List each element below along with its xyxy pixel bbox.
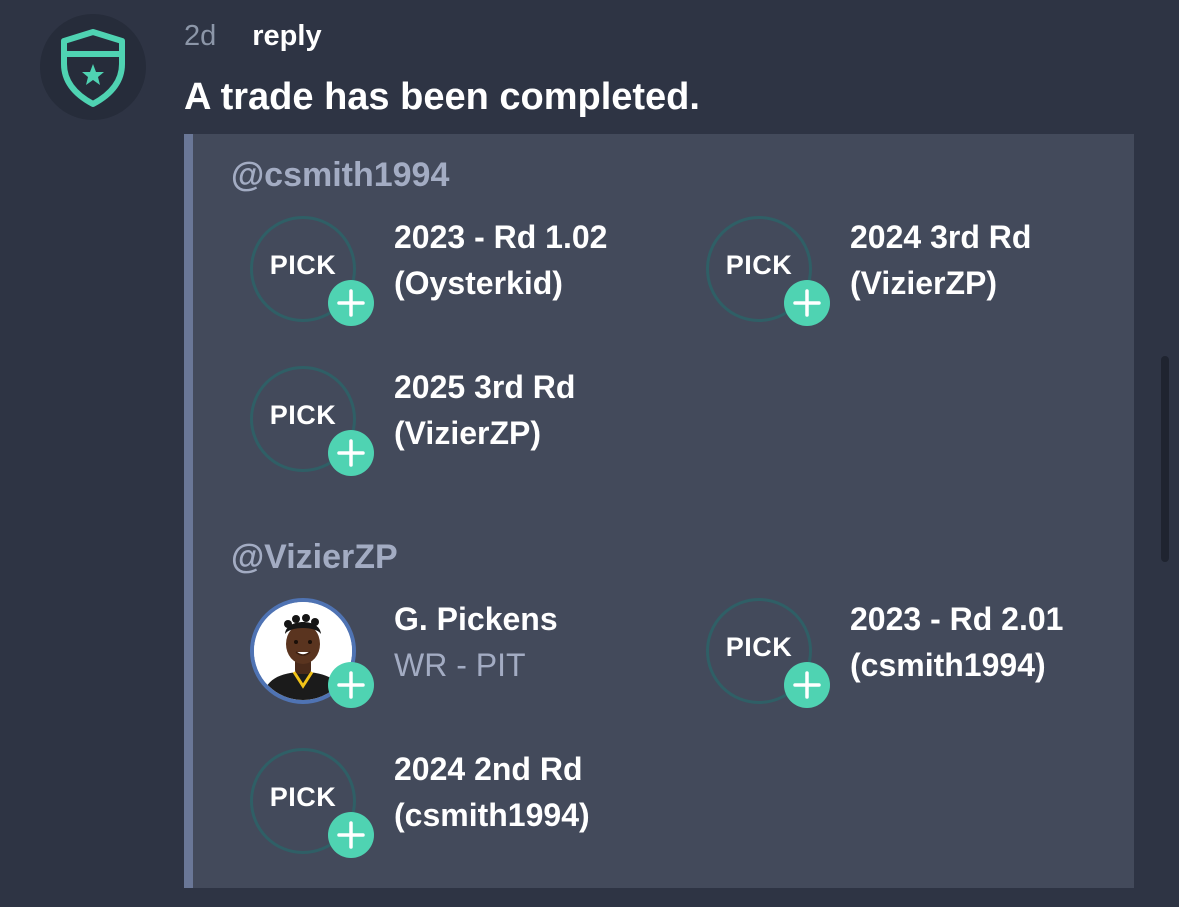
- plus-icon: [337, 671, 365, 699]
- asset-details: 2023 - Rd 2.01 (csmith1994): [850, 596, 1063, 688]
- asset-subtitle: (VizierZP): [394, 415, 541, 451]
- trade-card: @csmith1994 PICK 2023 - Rd 1.02 (Oysterk…: [184, 134, 1134, 888]
- asset-title: 2023 - Rd 2.01: [850, 601, 1064, 637]
- asset-subtitle: (Oysterkid): [394, 265, 563, 301]
- scrollbar[interactable]: [1161, 356, 1169, 562]
- add-button[interactable]: [328, 430, 374, 476]
- pick-badge-label: PICK: [725, 249, 793, 280]
- asset-subtitle: (VizierZP): [850, 265, 997, 301]
- plus-icon: [793, 289, 821, 317]
- trade-asset: PICK 2024 2nd Rd (csmith1994): [240, 746, 660, 866]
- timestamp: 2d: [184, 19, 217, 52]
- trade-asset: PICK 2023 - Rd 1.02 (Oysterkid): [240, 214, 660, 334]
- add-button[interactable]: [328, 812, 374, 858]
- pick-badge-label: PICK: [269, 399, 337, 430]
- reply-button[interactable]: reply: [252, 20, 321, 53]
- asset-subtitle: (csmith1994): [850, 647, 1046, 683]
- asset-title: 2023 - Rd 1.02: [394, 219, 608, 255]
- pick-badge-label: PICK: [725, 631, 793, 662]
- asset-title: 2024 3rd Rd: [850, 219, 1032, 255]
- add-button[interactable]: [328, 280, 374, 326]
- plus-icon: [337, 289, 365, 317]
- add-button[interactable]: [784, 662, 830, 708]
- avatar[interactable]: [40, 14, 146, 120]
- asset-details: 2023 - Rd 1.02 (Oysterkid): [394, 214, 607, 306]
- asset-details: G. Pickens WR - PIT: [394, 596, 558, 688]
- add-button[interactable]: [784, 280, 830, 326]
- asset-details: 2024 3rd Rd (VizierZP): [850, 214, 1031, 306]
- pick-badge-label: PICK: [269, 781, 337, 812]
- add-button[interactable]: [328, 662, 374, 708]
- player-name[interactable]: G. Pickens: [394, 596, 558, 642]
- asset-title: 2024 2nd Rd: [394, 751, 583, 787]
- trade-asset: PICK 2023 - Rd 2.01 (csmith1994): [696, 596, 1116, 716]
- asset-details: 2025 3rd Rd (VizierZP): [394, 364, 575, 456]
- pick-badge-label: PICK: [269, 249, 337, 280]
- asset-details: 2024 2nd Rd (csmith1994): [394, 746, 590, 838]
- chat-message: 2d reply A trade has been completed. @cs…: [0, 0, 1179, 907]
- trade-asset: PICK 2025 3rd Rd (VizierZP): [240, 364, 660, 484]
- asset-title: 2025 3rd Rd: [394, 369, 576, 405]
- trade-owner-csmith1994[interactable]: @csmith1994: [231, 156, 449, 195]
- shield-star-icon: [61, 29, 125, 107]
- asset-subtitle: (csmith1994): [394, 797, 590, 833]
- trade-asset: PICK 2024 3rd Rd (VizierZP): [696, 214, 1116, 334]
- plus-icon: [337, 439, 365, 467]
- plus-icon: [337, 821, 365, 849]
- message-meta: 2d reply: [184, 14, 322, 58]
- trade-asset: G. Pickens WR - PIT: [240, 596, 660, 716]
- player-position-team: WR - PIT: [394, 647, 526, 683]
- plus-icon: [793, 671, 821, 699]
- trade-owner-vizierzp[interactable]: @VizierZP: [231, 538, 398, 577]
- message-text: A trade has been completed.: [184, 76, 700, 118]
